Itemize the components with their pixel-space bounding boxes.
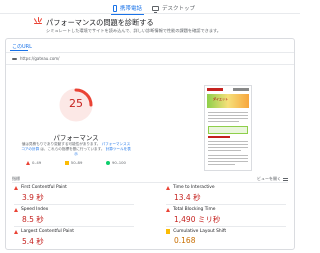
triangle-icon — [166, 207, 170, 212]
thumb-text-line — [208, 112, 248, 113]
divider — [14, 204, 134, 205]
thumb-heading — [208, 136, 230, 138]
monitor-icon — [152, 5, 159, 13]
thumb-text-line — [208, 164, 235, 165]
thumb-text-line — [208, 121, 239, 122]
divider — [166, 204, 286, 205]
legend-poor: 0–49 — [26, 160, 41, 165]
square-icon — [166, 229, 171, 234]
metric-tti: Time to Interactive 13.4 秒 — [166, 185, 286, 203]
tab-desktop[interactable]: デスクトップ — [152, 2, 195, 14]
device-tabs: 携帯電話 デスクトップ — [0, 0, 300, 15]
tab-mobile[interactable]: 携帯電話 — [110, 2, 145, 15]
metric-label: Time to Interactive — [173, 185, 215, 190]
score-title: パフォーマンス — [53, 134, 99, 142]
metric-lcp: Largest Contentful Paint 5.4 秒 — [14, 229, 134, 247]
tab-mobile-label: 携帯電話 — [120, 6, 143, 12]
legend-range: 50–89 — [70, 160, 83, 165]
legend-range: 90–100 — [112, 160, 126, 165]
metric-cls: Cumulative Layout Shift 0.168 — [166, 229, 286, 245]
page-screenshot-thumbnail: ダイエット — [204, 85, 252, 171]
thumb-text-line — [208, 150, 241, 151]
divider — [6, 52, 294, 53]
thumb-text-line — [208, 161, 248, 162]
speed-icon — [32, 17, 44, 29]
page-description: シミュレートした環境でサイトを読み込んで、詳しい診断情報で性能の課題を確認できま… — [46, 28, 221, 33]
score-note-mid: は、これらの指標を基に行っています。 — [40, 147, 105, 151]
metric-value: 5.4 秒 — [22, 237, 44, 246]
link-icon — [12, 57, 17, 60]
report-card: このURL https://gateau.com/ 25 パフォーマンス 値は見… — [5, 38, 295, 250]
divider — [12, 182, 288, 183]
metric-value: 13.4 秒 — [174, 193, 201, 202]
page-title: パフォーマンスの問題を診断する — [46, 18, 154, 27]
triangle-icon — [14, 207, 18, 212]
triangle-icon — [26, 160, 30, 165]
metric-tbt: Total Blocking Time 1,490 ミリ秒 — [166, 207, 286, 225]
thumb-box — [208, 126, 248, 134]
thumb-logo — [207, 88, 223, 91]
metric-label: Cumulative Layout Shift — [173, 229, 227, 234]
thumb-text-line — [208, 118, 248, 119]
triangle-icon — [166, 185, 170, 190]
circle-icon — [106, 160, 110, 165]
metric-label: Largest Contentful Paint — [21, 229, 75, 234]
thumb-nav — [233, 88, 249, 91]
divider — [6, 64, 294, 65]
performance-score: 25 — [69, 97, 83, 110]
square-icon — [64, 160, 69, 165]
expand-icon — [283, 177, 288, 181]
triangle-icon — [14, 185, 18, 190]
legend-average: 50–89 — [64, 160, 83, 165]
metric-value: 1,490 ミリ秒 — [174, 215, 221, 224]
thumb-text-line — [208, 144, 248, 145]
legend-good: 90–100 — [106, 160, 126, 165]
thumb-text-line — [208, 115, 248, 116]
tab-indicator — [10, 50, 28, 52]
thumb-text-line — [208, 155, 248, 156]
tab-desktop-label: デスクトップ — [162, 6, 196, 12]
url-row: https://gateau.com/ — [12, 55, 288, 62]
metric-label: First Contentful Paint — [21, 185, 67, 190]
score-note-prefix: 値は見積もりであり変動する可能性があります。 — [21, 142, 101, 146]
score-legend: 0–49 50–89 90–100 — [26, 160, 126, 165]
metric-value: 3.9 秒 — [22, 193, 44, 202]
divider — [166, 226, 286, 227]
legend-range: 0–49 — [32, 160, 42, 165]
metric-fcp: First Contentful Paint 3.9 秒 — [14, 185, 134, 203]
tab-this-url[interactable]: このURL — [12, 43, 32, 50]
metric-label: Total Blocking Time — [173, 207, 216, 212]
triangle-icon — [14, 229, 18, 234]
thumb-text-line — [208, 141, 248, 142]
metric-speed-index: Speed Index 8.5 秒 — [14, 207, 134, 225]
metric-value: 8.5 秒 — [22, 215, 44, 224]
score-note: 値は見積もりであり変動する可能性があります。 パフォーマンススコアの計算 は、こ… — [20, 142, 132, 157]
thumb-text-line — [208, 158, 248, 159]
metric-label: Speed Index — [21, 207, 49, 212]
thumb-text-line — [208, 147, 248, 148]
thumb-banner-text: ダイエット — [213, 97, 228, 101]
divider — [14, 226, 134, 227]
tested-url[interactable]: https://gateau.com/ — [20, 56, 60, 61]
metric-value: 0.168 — [174, 236, 196, 245]
phone-icon — [113, 4, 117, 12]
